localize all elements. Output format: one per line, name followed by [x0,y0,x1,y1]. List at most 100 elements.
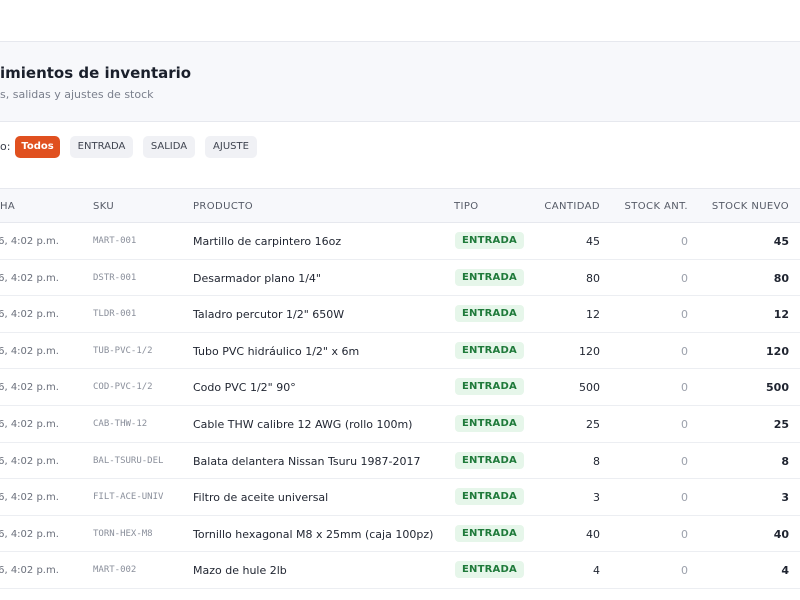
row-prev-stock: 0 [681,235,688,248]
row-prev-stock: 0 [681,454,688,468]
row-new-stock: 45 [773,235,789,248]
row-prev-stock: 0 [681,418,688,431]
row-product: Filtro de aceite universal [193,491,329,505]
row-new-stock: 500 [766,381,789,395]
row-product: Tornillo hexagonal M8 x 25mm (caja 100pz… [193,527,434,541]
row-date: 7/26, 4:02 p.m. [0,455,59,467]
row-new-stock: 4 [781,564,789,578]
table-row[interactable]: 7/26, 4:02 p.m. BAL-TSURU-DEL Balata delan… [0,442,800,480]
row-quantity: 500 [579,381,600,395]
filter-label: o: [0,140,11,153]
table-row[interactable]: 7/26, 4:02 p.m. TLDR-001 Taladro percutor … [0,296,800,333]
row-prev-stock: 0 [681,271,688,285]
row-prev-stock: 0 [681,527,688,541]
column-header-type[interactable]: TIPO [454,201,479,212]
filter-chip-todos[interactable]: Todos [15,136,60,158]
row-product: Tubo PVC hidráulico 1/2" x 6m [193,344,360,358]
table-row[interactable]: 7/26, 4:02 p.m. TUB-PVC-1/2 Tubo PVC hidrá… [0,332,800,370]
table-row[interactable]: 7/26, 4:02 p.m. DSTR-001 Desarmador plano … [0,259,800,297]
row-date: 7/26, 4:02 p.m. [0,528,59,540]
row-prev-stock: 0 [681,308,688,322]
column-header-prev-stock[interactable]: STOCK ANT. [625,201,688,212]
table-row[interactable]: 7/26, 4:02 p.m. MART-002 Mazo de hule 2lb E… [0,552,800,589]
row-sku: MART-002 [93,565,137,576]
column-header-sku[interactable]: SKU [93,201,114,212]
row-quantity: 120 [579,344,600,358]
type-filter-bar: o: Todos ENTRADA SALIDA AJUSTE [0,122,800,188]
type-badge: ENTRADA [455,488,524,506]
row-prev-stock: 0 [681,381,688,395]
type-badge: ENTRADA [455,561,524,579]
type-badge: ENTRADA [455,305,524,323]
row-sku: MART-001 [93,236,137,246]
movements-table: HA SKU PRODUCTO TIPO CANTIDAD STOCK ANT.… [0,188,800,600]
row-date: 7/26, 4:02 p.m. [0,236,59,247]
inventory-movements-page: imientos de inventario s, salidas y ajus… [0,42,800,600]
column-header-new-stock[interactable]: STOCK NUEVO [712,201,789,212]
top-bar [0,0,800,42]
table-row[interactable]: 7/26, 4:02 p.m. FILT-ACE-UNIV Filtro de ac… [0,479,800,516]
filter-chip-salida[interactable]: SALIDA [143,136,195,158]
row-sku: DSTR-001 [93,272,137,283]
row-product: Balata delantera Nissan Tsuru 1987-2017 [193,454,421,468]
table-row[interactable]: 7/26, 4:02 p.m. COD-PVC-1/2 Codo PVC 1/2" … [0,369,800,406]
row-product: Martillo de carpintero 16oz [193,235,342,248]
row-quantity: 3 [593,491,600,505]
row-product: Codo PVC 1/2" 90° [193,381,296,395]
type-badge: ENTRADA [455,268,524,286]
row-prev-stock: 0 [681,491,688,505]
row-quantity: 8 [593,454,600,468]
column-header-date[interactable]: HA [0,201,15,212]
type-badge: ENTRADA [455,378,524,396]
row-product: Desarmador plano 1/4" [193,271,321,285]
row-quantity: 40 [586,527,600,541]
table-row[interactable]: 7/26, 4:02 p.m. TORN-HEX-M8 Tornillo hexag… [0,515,800,553]
type-badge: ENTRADA [455,415,524,432]
row-product: Taladro percutor 1/2" 650W [193,308,345,322]
column-header-product[interactable]: PRODUCTO [193,201,253,212]
row-date: 7/26, 4:02 p.m. [0,272,59,284]
row-new-stock: 25 [773,418,789,431]
row-new-stock: 12 [773,308,789,322]
row-quantity: 80 [586,271,600,285]
row-date: 7/26, 4:02 p.m. [0,419,59,430]
row-sku: COD-PVC-1/2 [93,382,153,393]
row-sku: BAL-TSURU-DEL [93,455,164,466]
type-badge: ENTRADA [455,451,524,469]
column-header-quantity[interactable]: CANTIDAD [544,201,600,212]
page-subtitle: s, salidas y ajustes de stock [0,88,154,101]
page-title: imientos de inventario [0,64,192,82]
row-quantity: 4 [593,564,600,578]
type-badge: ENTRADA [455,524,524,542]
page-header: imientos de inventario s, salidas y ajus… [0,42,800,122]
row-date: 7/26, 4:02 p.m. [0,309,59,321]
row-sku: TLDR-001 [93,309,137,320]
filter-chip-entrada[interactable]: ENTRADA [70,136,133,158]
row-date: 7/26, 4:02 p.m. [0,382,59,394]
row-date: 7/26, 4:02 p.m. [0,345,59,357]
type-badge: ENTRADA [455,232,524,249]
row-sku: FILT-ACE-UNIV [93,492,164,503]
row-prev-stock: 0 [681,564,688,578]
filter-chip-ajuste[interactable]: AJUSTE [205,136,257,158]
row-quantity: 45 [586,235,600,248]
row-new-stock: 120 [766,344,789,358]
row-new-stock: 40 [773,527,789,541]
row-sku: TORN-HEX-M8 [93,528,153,539]
row-sku: CAB-THW-12 [93,419,148,429]
row-product: Mazo de hule 2lb [193,564,287,578]
table-row[interactable]: 7/26, 4:02 p.m. MART-001 Martillo de carpi… [0,223,800,260]
row-new-stock: 80 [773,271,789,285]
row-new-stock: 8 [781,454,789,468]
row-quantity: 12 [586,308,600,322]
table-header: HA SKU PRODUCTO TIPO CANTIDAD STOCK ANT.… [0,189,800,223]
row-sku: TUB-PVC-1/2 [93,345,153,356]
row-new-stock: 3 [781,491,789,505]
row-quantity: 25 [586,418,600,431]
type-badge: ENTRADA [455,341,524,359]
row-product: Cable THW calibre 12 AWG (rollo 100m) [193,418,413,431]
row-date: 7/26, 4:02 p.m. [0,492,59,504]
row-prev-stock: 0 [681,344,688,358]
table-row[interactable]: 7/26, 4:02 p.m. CAB-THW-12 Cable THW calib… [0,406,800,443]
row-date: 7/26, 4:02 p.m. [0,565,59,577]
